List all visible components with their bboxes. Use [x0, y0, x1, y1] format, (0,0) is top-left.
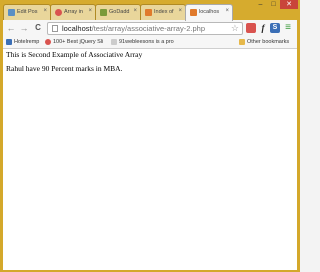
- tab-close-icon[interactable]: ×: [225, 8, 229, 14]
- address-bar[interactable]: localhost/test/array/associative-array-2…: [47, 22, 243, 35]
- page-text-line-2: Rahul have 90 Percent marks in MBA.: [6, 64, 123, 73]
- tab-strip: Edit Pos × Array in × GoDadd × Index of …: [0, 0, 300, 21]
- reload-button[interactable]: C: [33, 23, 43, 33]
- menu-icon[interactable]: ≡: [283, 23, 293, 33]
- folder-icon: [239, 38, 245, 45]
- bookmark-item[interactable]: Hotelremp: [6, 38, 39, 47]
- tab-close-icon[interactable]: ×: [133, 8, 137, 14]
- page-icon: [145, 9, 152, 16]
- bookmark-item[interactable]: 100+ Best jQuery Sli: [45, 38, 103, 47]
- tab-close-icon[interactable]: ×: [43, 8, 47, 14]
- extension-blue-icon[interactable]: S: [270, 23, 280, 33]
- page-icon: [190, 9, 197, 16]
- heart-icon: [55, 9, 62, 16]
- forward-button[interactable]: →: [19, 23, 29, 33]
- minimize-button[interactable]: –: [254, 0, 267, 9]
- browser-window: Edit Pos × Array in × GoDadd × Index of …: [0, 0, 300, 272]
- extension-f-icon[interactable]: f: [258, 23, 268, 33]
- tab-godaddy[interactable]: GoDadd ×: [95, 4, 141, 20]
- tab-edit-post[interactable]: Edit Pos ×: [3, 4, 51, 20]
- godaddy-icon: [100, 9, 107, 16]
- bookmark-favicon-icon: [111, 38, 117, 45]
- window-controls: – □ ✕: [254, 0, 298, 12]
- tab-index-of[interactable]: Index of ×: [140, 4, 186, 20]
- page-icon: [52, 25, 58, 32]
- maximize-button[interactable]: □: [267, 0, 280, 9]
- extension-red-icon[interactable]: [246, 23, 256, 33]
- tab-close-icon[interactable]: ×: [88, 8, 92, 14]
- tab-close-icon[interactable]: ×: [178, 8, 182, 14]
- close-window-button[interactable]: ✕: [280, 0, 298, 9]
- other-bookmarks[interactable]: Other bookmarks: [239, 38, 289, 47]
- tab-array-in[interactable]: Array in ×: [50, 4, 96, 20]
- bookmark-favicon-icon: [45, 38, 51, 45]
- bookmark-star-icon[interactable]: ☆: [231, 23, 239, 34]
- back-button[interactable]: ←: [6, 23, 16, 33]
- page-content: This is Second Example of Associative Ar…: [3, 49, 297, 270]
- browser-toolbar: ← → C localhost/test/array/associative-a…: [3, 20, 297, 37]
- url-text: localhost/test/array/associative-array-2…: [62, 24, 205, 33]
- tab-localhost-active[interactable]: localhos ×: [185, 4, 233, 21]
- bookmark-item[interactable]: 91webleesons is a pro: [111, 38, 174, 47]
- page-text-line-1: This is Second Example of Associative Ar…: [6, 50, 143, 59]
- bookmark-favicon-icon: [6, 38, 12, 45]
- bookmarks-bar: Hotelremp 100+ Best jQuery Sli 91weblees…: [3, 37, 297, 49]
- wordpress-icon: [8, 9, 15, 16]
